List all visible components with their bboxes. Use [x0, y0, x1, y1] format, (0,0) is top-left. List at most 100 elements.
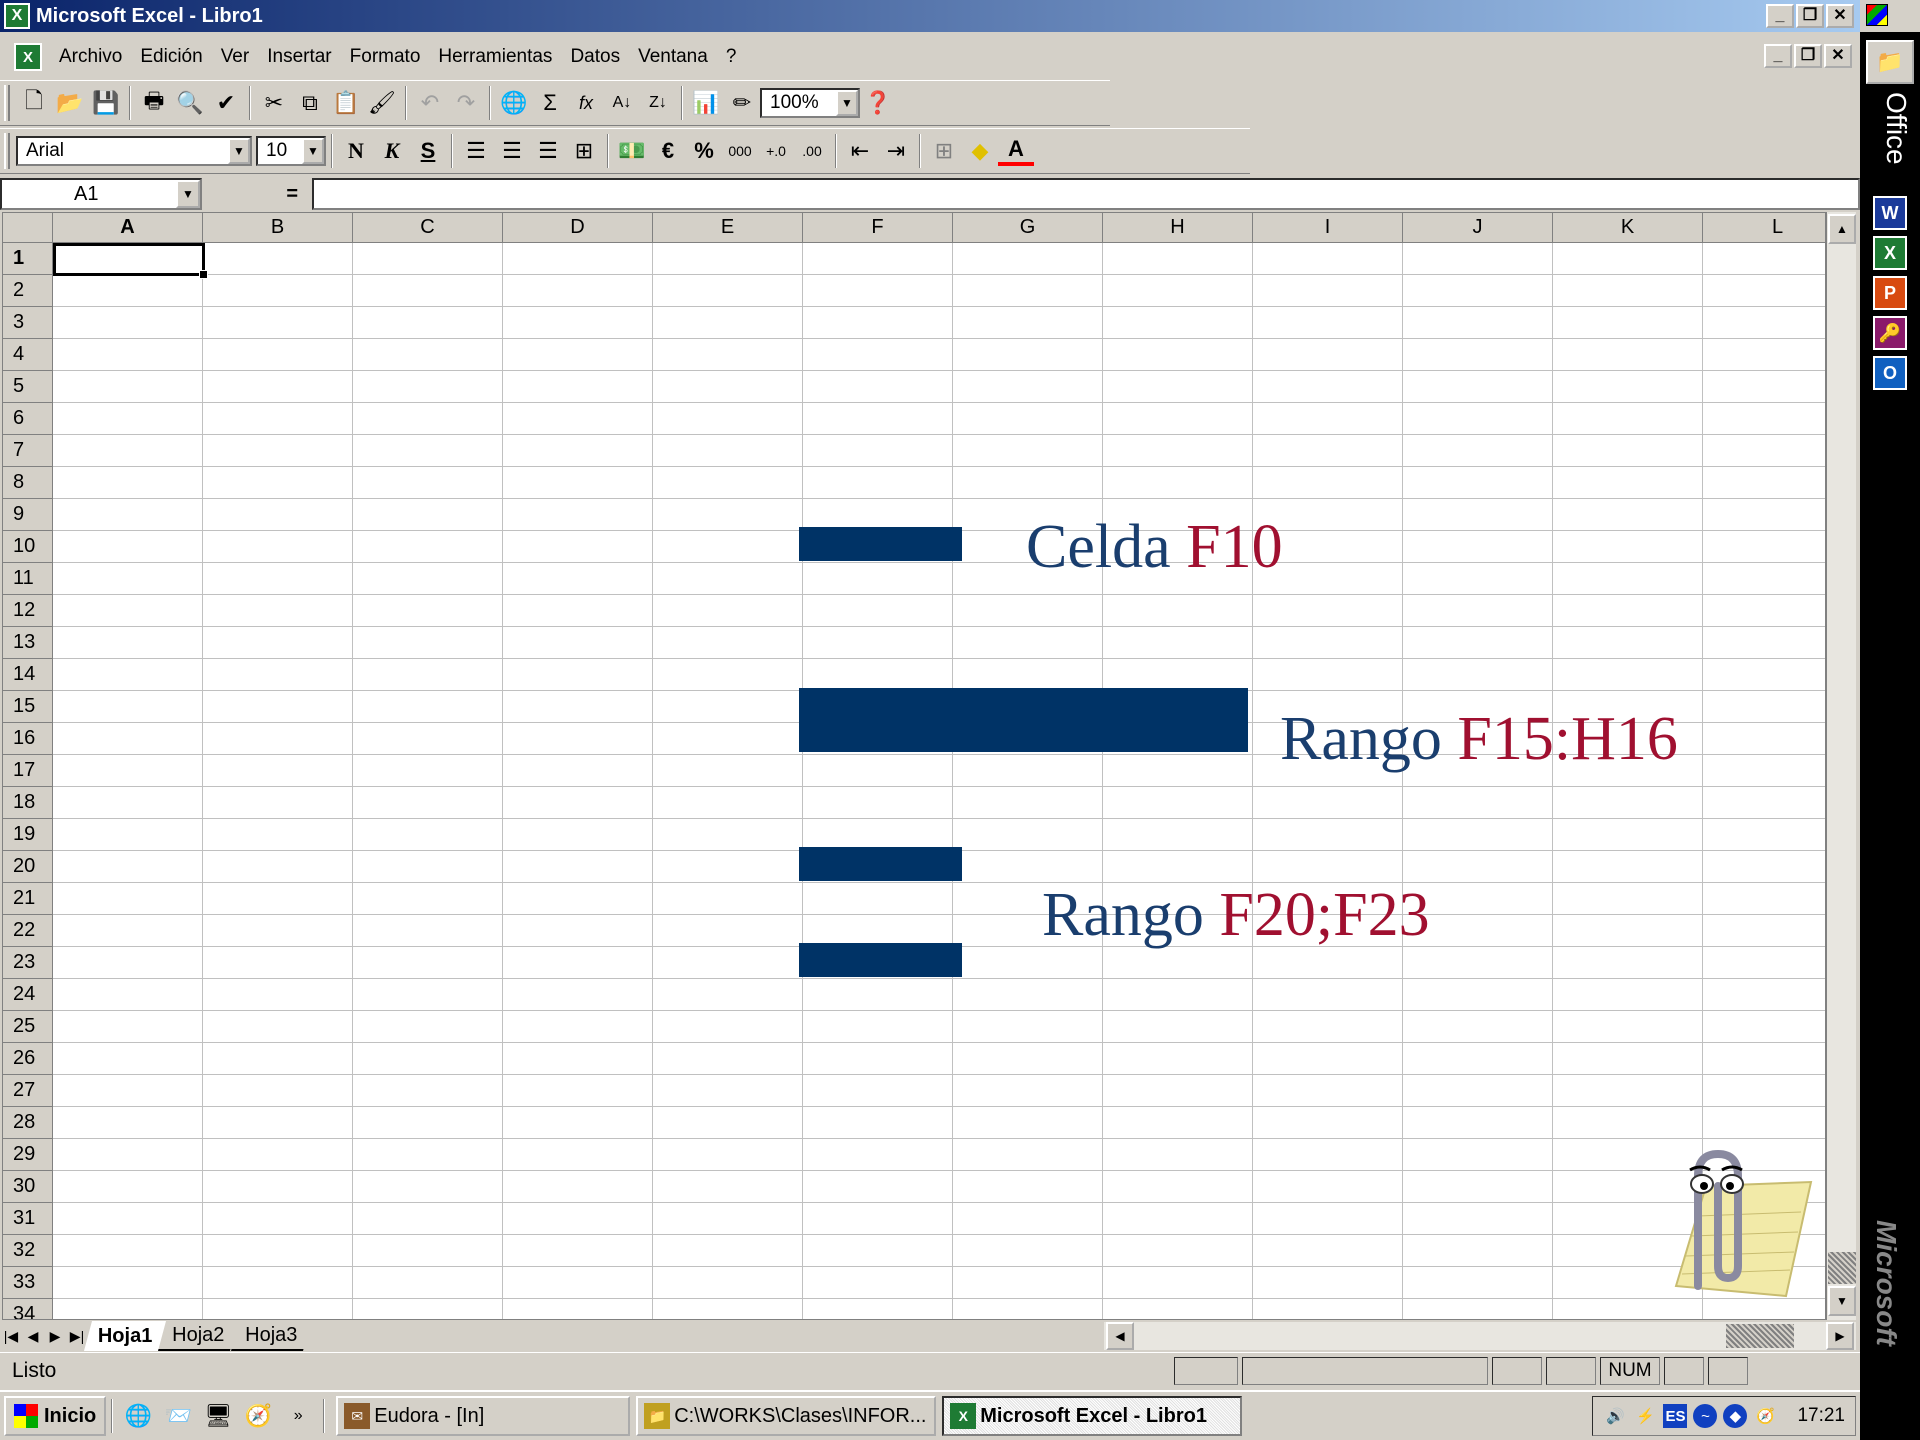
row-header-2[interactable]: 2: [3, 275, 53, 307]
paste-icon[interactable]: 📋: [328, 85, 364, 121]
toolbar-grip[interactable]: [4, 85, 10, 121]
column-header-j[interactable]: J: [1403, 213, 1553, 243]
task-excel[interactable]: X Microsoft Excel - Libro1: [942, 1396, 1243, 1436]
workbook-restore-button[interactable]: ❐: [1794, 44, 1822, 68]
network-icon[interactable]: ~: [1693, 1404, 1718, 1428]
thousands-button[interactable]: 000: [722, 133, 758, 169]
euro-button[interactable]: €: [650, 133, 686, 169]
row-header-26[interactable]: 26: [3, 1043, 53, 1075]
scroll-down-icon[interactable]: ▼: [1828, 1286, 1856, 1316]
fill-color-icon[interactable]: ◆: [962, 133, 998, 169]
horizontal-scrollbar[interactable]: ◀ ▶: [1104, 1322, 1856, 1350]
row-header-12[interactable]: 12: [3, 595, 53, 627]
messenger-icon[interactable]: ◆: [1723, 1404, 1748, 1428]
powerpoint-shortcut-icon[interactable]: P: [1873, 276, 1907, 310]
format-painter-icon[interactable]: 🖌: [364, 85, 400, 121]
row-header-30[interactable]: 30: [3, 1171, 53, 1203]
restore-button[interactable]: ❐: [1796, 4, 1824, 28]
column-header-a[interactable]: A: [53, 213, 203, 243]
name-box[interactable]: A1 ▼: [0, 178, 202, 210]
outlook-express-icon[interactable]: 📨: [161, 1399, 195, 1433]
workbook-icon[interactable]: X: [14, 43, 42, 71]
italic-button[interactable]: K: [374, 133, 410, 169]
task-eudora[interactable]: ✉ Eudora - [In]: [336, 1396, 631, 1436]
row-header-3[interactable]: 3: [3, 307, 53, 339]
column-header-g[interactable]: G: [953, 213, 1103, 243]
row-header-13[interactable]: 13: [3, 627, 53, 659]
cut-icon[interactable]: ✂: [256, 85, 292, 121]
print-preview-icon[interactable]: 🔍: [172, 85, 208, 121]
menu-edicion[interactable]: Edición: [131, 46, 211, 68]
borders-icon[interactable]: ⊞: [926, 133, 962, 169]
chevron-down-icon[interactable]: ▼: [228, 138, 250, 164]
scroll-thumb[interactable]: [1828, 1252, 1856, 1284]
workbook-close-button[interactable]: ✕: [1824, 44, 1852, 68]
align-right-icon[interactable]: ☰: [530, 133, 566, 169]
access-shortcut-icon[interactable]: 🔑: [1873, 316, 1907, 350]
row-header-22[interactable]: 22: [3, 915, 53, 947]
excel-shortcut-icon[interactable]: X: [1873, 236, 1907, 270]
row-header-34[interactable]: 34: [3, 1299, 53, 1319]
scroll-up-icon[interactable]: ▲: [1828, 214, 1856, 244]
row-header-32[interactable]: 32: [3, 1235, 53, 1267]
menu-formato[interactable]: Formato: [341, 46, 430, 68]
outlook-shortcut-icon[interactable]: O: [1873, 356, 1907, 390]
row-header-29[interactable]: 29: [3, 1139, 53, 1171]
menu-archivo[interactable]: Archivo: [50, 46, 131, 68]
office-bar-menu-icon[interactable]: [1860, 0, 1920, 32]
word-shortcut-icon[interactable]: W: [1873, 196, 1907, 230]
row-header-4[interactable]: 4: [3, 339, 53, 371]
align-center-icon[interactable]: ☰: [494, 133, 530, 169]
row-header-18[interactable]: 18: [3, 787, 53, 819]
row-header-1[interactable]: 1: [3, 243, 53, 275]
row-header-15[interactable]: 15: [3, 691, 53, 723]
print-icon[interactable]: 🖶: [136, 85, 172, 121]
underline-button[interactable]: S: [410, 133, 446, 169]
menu-help[interactable]: ?: [717, 46, 746, 68]
column-header-b[interactable]: B: [203, 213, 353, 243]
row-header-28[interactable]: 28: [3, 1107, 53, 1139]
row-header-33[interactable]: 33: [3, 1267, 53, 1299]
row-header-6[interactable]: 6: [3, 403, 53, 435]
minimize-button[interactable]: _: [1766, 4, 1794, 28]
percent-button[interactable]: %: [686, 133, 722, 169]
column-header-l[interactable]: L: [1703, 213, 1825, 243]
toolbar-grip[interactable]: [4, 133, 10, 169]
show-desktop-icon[interactable]: 🖥: [201, 1399, 235, 1433]
first-sheet-icon[interactable]: |◀: [0, 1323, 22, 1349]
zoom-select[interactable]: 100% ▼: [760, 88, 860, 118]
row-header-5[interactable]: 5: [3, 371, 53, 403]
decrease-indent-icon[interactable]: ⇤: [842, 133, 878, 169]
row-header-21[interactable]: 21: [3, 883, 53, 915]
redo-icon[interactable]: ↷: [448, 85, 484, 121]
chart-wizard-icon[interactable]: 📊: [688, 85, 724, 121]
row-header-9[interactable]: 9: [3, 499, 53, 531]
scroll-right-icon[interactable]: ▶: [1826, 1322, 1854, 1350]
power-icon[interactable]: ⚡: [1633, 1404, 1657, 1428]
row-header-31[interactable]: 31: [3, 1203, 53, 1235]
sheet-tab-hoja3[interactable]: Hoja3: [230, 1321, 312, 1351]
copy-icon[interactable]: ⧉: [292, 85, 328, 121]
chevron-down-icon[interactable]: ▼: [176, 180, 200, 208]
formula-input[interactable]: [312, 178, 1860, 210]
font-color-icon[interactable]: A: [998, 136, 1034, 166]
internet-explorer-icon[interactable]: 🌐: [121, 1399, 155, 1433]
menu-herramientas[interactable]: Herramientas: [429, 46, 561, 68]
sheet-tab-hoja2[interactable]: Hoja2: [158, 1321, 239, 1351]
column-header-k[interactable]: K: [1553, 213, 1703, 243]
sheet-tab-hoja1[interactable]: Hoja1: [83, 1321, 167, 1351]
row-header-7[interactable]: 7: [3, 435, 53, 467]
volume-icon[interactable]: 🔊: [1603, 1404, 1627, 1428]
help-icon[interactable]: ❓: [860, 85, 896, 121]
office-folder-button[interactable]: 📁: [1866, 40, 1914, 84]
increase-indent-icon[interactable]: ⇥: [878, 133, 914, 169]
row-header-27[interactable]: 27: [3, 1075, 53, 1107]
sort-ascending-icon[interactable]: A↓: [604, 85, 640, 121]
row-header-24[interactable]: 24: [3, 979, 53, 1011]
currency-icon[interactable]: 💵: [614, 133, 650, 169]
netscape-icon[interactable]: 🧭: [241, 1399, 275, 1433]
row-header-23[interactable]: 23: [3, 947, 53, 979]
excel-app-icon[interactable]: X: [4, 3, 30, 29]
decrease-decimal-icon[interactable]: .00: [794, 133, 830, 169]
chevron-down-icon[interactable]: ▼: [836, 90, 858, 116]
